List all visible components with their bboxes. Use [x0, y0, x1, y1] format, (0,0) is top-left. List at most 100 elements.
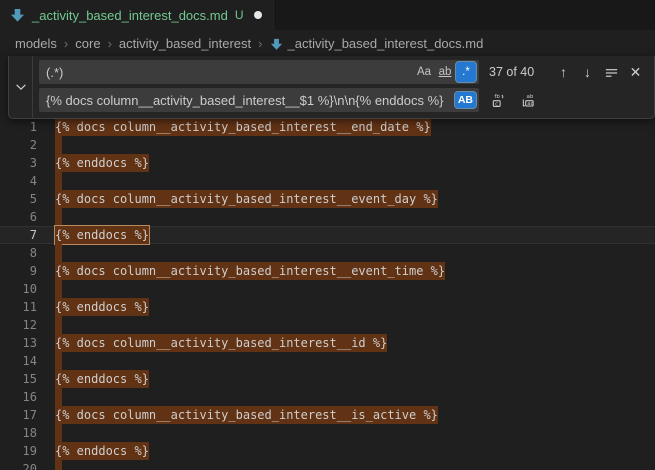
svg-text:ab: ab — [527, 94, 534, 100]
code-line[interactable]: 15 {% enddocs %} — [0, 370, 655, 388]
code-line[interactable]: 14 — [0, 352, 655, 370]
replace-icon[interactable]: fb c — [489, 90, 510, 111]
find-replace-widget: (.*) Aa ab .* 37 of 40 ↑ ↓ ✕ {% docs col… — [8, 56, 655, 119]
find-match: {% enddocs %} — [55, 442, 149, 460]
replace-actions: fb c ab ac — [489, 90, 540, 111]
empty-line-find-match — [55, 460, 62, 470]
whole-word-icon[interactable]: ab — [435, 62, 455, 82]
code-line[interactable]: 3 {% enddocs %} — [0, 154, 655, 172]
preserve-case-icon[interactable]: AB — [455, 92, 476, 108]
empty-line-find-match — [55, 316, 62, 334]
replace-input-value[interactable]: {% docs column__activity_based_interest_… — [46, 93, 451, 108]
line-number: 10 — [0, 280, 37, 298]
next-match-button[interactable]: ↓ — [577, 62, 598, 83]
previous-match-button[interactable]: ↑ — [553, 62, 574, 83]
empty-line-find-match — [55, 424, 62, 442]
find-match: {% docs column__activity_based_interest_… — [55, 262, 445, 280]
match-case-icon[interactable]: Aa — [414, 62, 434, 82]
line-number: 4 — [0, 172, 37, 190]
code-line[interactable]: 6 — [0, 208, 655, 226]
line-number: 7 — [0, 226, 37, 244]
breadcrumb-item[interactable]: core — [75, 36, 100, 51]
line-number: 15 — [0, 370, 37, 388]
toggle-replace-chevron-icon[interactable] — [12, 78, 30, 96]
code-line[interactable]: 7 {% enddocs %} — [0, 226, 655, 244]
breadcrumb-item[interactable]: _activity_based_interest_docs.md — [288, 36, 484, 51]
breadcrumb-item[interactable]: activity_based_interest — [119, 36, 251, 51]
line-number: 5 — [0, 190, 37, 208]
line-number: 17 — [0, 406, 37, 424]
find-match: {% enddocs %} — [55, 370, 149, 388]
line-number: 13 — [0, 334, 37, 352]
find-match: {% docs column__activity_based_interest_… — [55, 190, 438, 208]
find-row: (.*) Aa ab .* 37 of 40 ↑ ↓ ✕ — [39, 60, 648, 84]
code-line[interactable]: 9 {% docs column__activity_based_interest… — [0, 262, 655, 280]
current-find-match: {% enddocs %} — [55, 226, 149, 244]
chevron-right-icon: › — [258, 36, 262, 51]
editor-tab[interactable]: _activity_based_interest_docs.md U — [0, 0, 274, 30]
line-number: 14 — [0, 352, 37, 370]
find-widget-sash[interactable] — [32, 56, 33, 118]
replace-input[interactable]: {% docs column__activity_based_interest_… — [39, 88, 479, 112]
code-line[interactable]: 13 {% docs column__activity_based_interes… — [0, 334, 655, 352]
empty-line-find-match — [55, 280, 62, 298]
regex-icon[interactable]: .* — [456, 62, 476, 82]
line-number: 20 — [0, 460, 37, 470]
svg-text:c: c — [495, 101, 498, 107]
code-line[interactable]: 20 — [0, 460, 655, 470]
empty-line-find-match — [55, 388, 62, 406]
code-line[interactable]: 16 — [0, 388, 655, 406]
code-line[interactable]: 12 — [0, 316, 655, 334]
breadcrumb-item[interactable]: models — [15, 36, 57, 51]
replace-row: {% docs column__activity_based_interest_… — [39, 88, 648, 112]
code-line[interactable]: 4 — [0, 172, 655, 190]
line-number: 9 — [0, 262, 37, 280]
git-status-badge: U — [235, 8, 244, 22]
markdown-file-icon — [270, 38, 283, 51]
line-number: 8 — [0, 244, 37, 262]
svg-text:fb: fb — [494, 94, 500, 100]
line-number: 19 — [0, 442, 37, 460]
line-number: 3 — [0, 154, 37, 172]
find-match: {% enddocs %} — [55, 298, 149, 316]
empty-line-find-match — [55, 244, 62, 262]
code-line[interactable]: 19 {% enddocs %} — [0, 442, 655, 460]
line-number: 11 — [0, 298, 37, 316]
code-line[interactable]: 2 — [0, 136, 655, 154]
find-in-selection-icon[interactable] — [601, 62, 622, 83]
vscode-window: _activity_based_interest_docs.md U model… — [0, 0, 655, 470]
breadcrumb: models›core›activity_based_interest›_act… — [0, 30, 655, 56]
tab-filename: _activity_based_interest_docs.md — [32, 8, 228, 23]
empty-line-find-match — [55, 172, 62, 190]
empty-line-find-match — [55, 208, 62, 226]
code-line[interactable]: 10 — [0, 280, 655, 298]
replace-all-icon[interactable]: ab ac — [519, 90, 540, 111]
match-count: 37 of 40 — [489, 65, 534, 79]
empty-line-find-match — [55, 352, 62, 370]
code-line[interactable]: 1{% docs column__activity_based_interest… — [0, 118, 655, 136]
line-number: 12 — [0, 316, 37, 334]
find-actions: ↑ ↓ ✕ — [553, 62, 648, 83]
chevron-right-icon: › — [108, 36, 112, 51]
code-line[interactable]: 8 — [0, 244, 655, 262]
find-input-value[interactable]: (.*) — [46, 65, 413, 80]
line-number: 18 — [0, 424, 37, 442]
find-match: {% docs column__activity_based_interest_… — [55, 118, 431, 136]
code-line[interactable]: 17 {% docs column__activity_based_interes… — [0, 406, 655, 424]
close-icon[interactable]: ✕ — [625, 62, 646, 83]
modified-dot-icon[interactable] — [254, 11, 262, 19]
code-line[interactable]: 18 — [0, 424, 655, 442]
line-number: 2 — [0, 136, 37, 154]
find-match: {% docs column__activity_based_interest_… — [55, 406, 438, 424]
code-line[interactable]: 11 {% enddocs %} — [0, 298, 655, 316]
code-line[interactable]: 5 {% docs column__activity_based_interest… — [0, 190, 655, 208]
find-input[interactable]: (.*) Aa ab .* — [39, 60, 479, 84]
empty-line-find-match — [55, 136, 62, 154]
line-number: 6 — [0, 208, 37, 226]
markdown-file-icon — [10, 8, 25, 23]
find-match: {% enddocs %} — [55, 154, 149, 172]
line-number: 16 — [0, 388, 37, 406]
svg-text:ac: ac — [527, 101, 533, 107]
find-match: {% docs column__activity_based_interest_… — [55, 334, 387, 352]
tab-bar: _activity_based_interest_docs.md U — [0, 0, 655, 30]
